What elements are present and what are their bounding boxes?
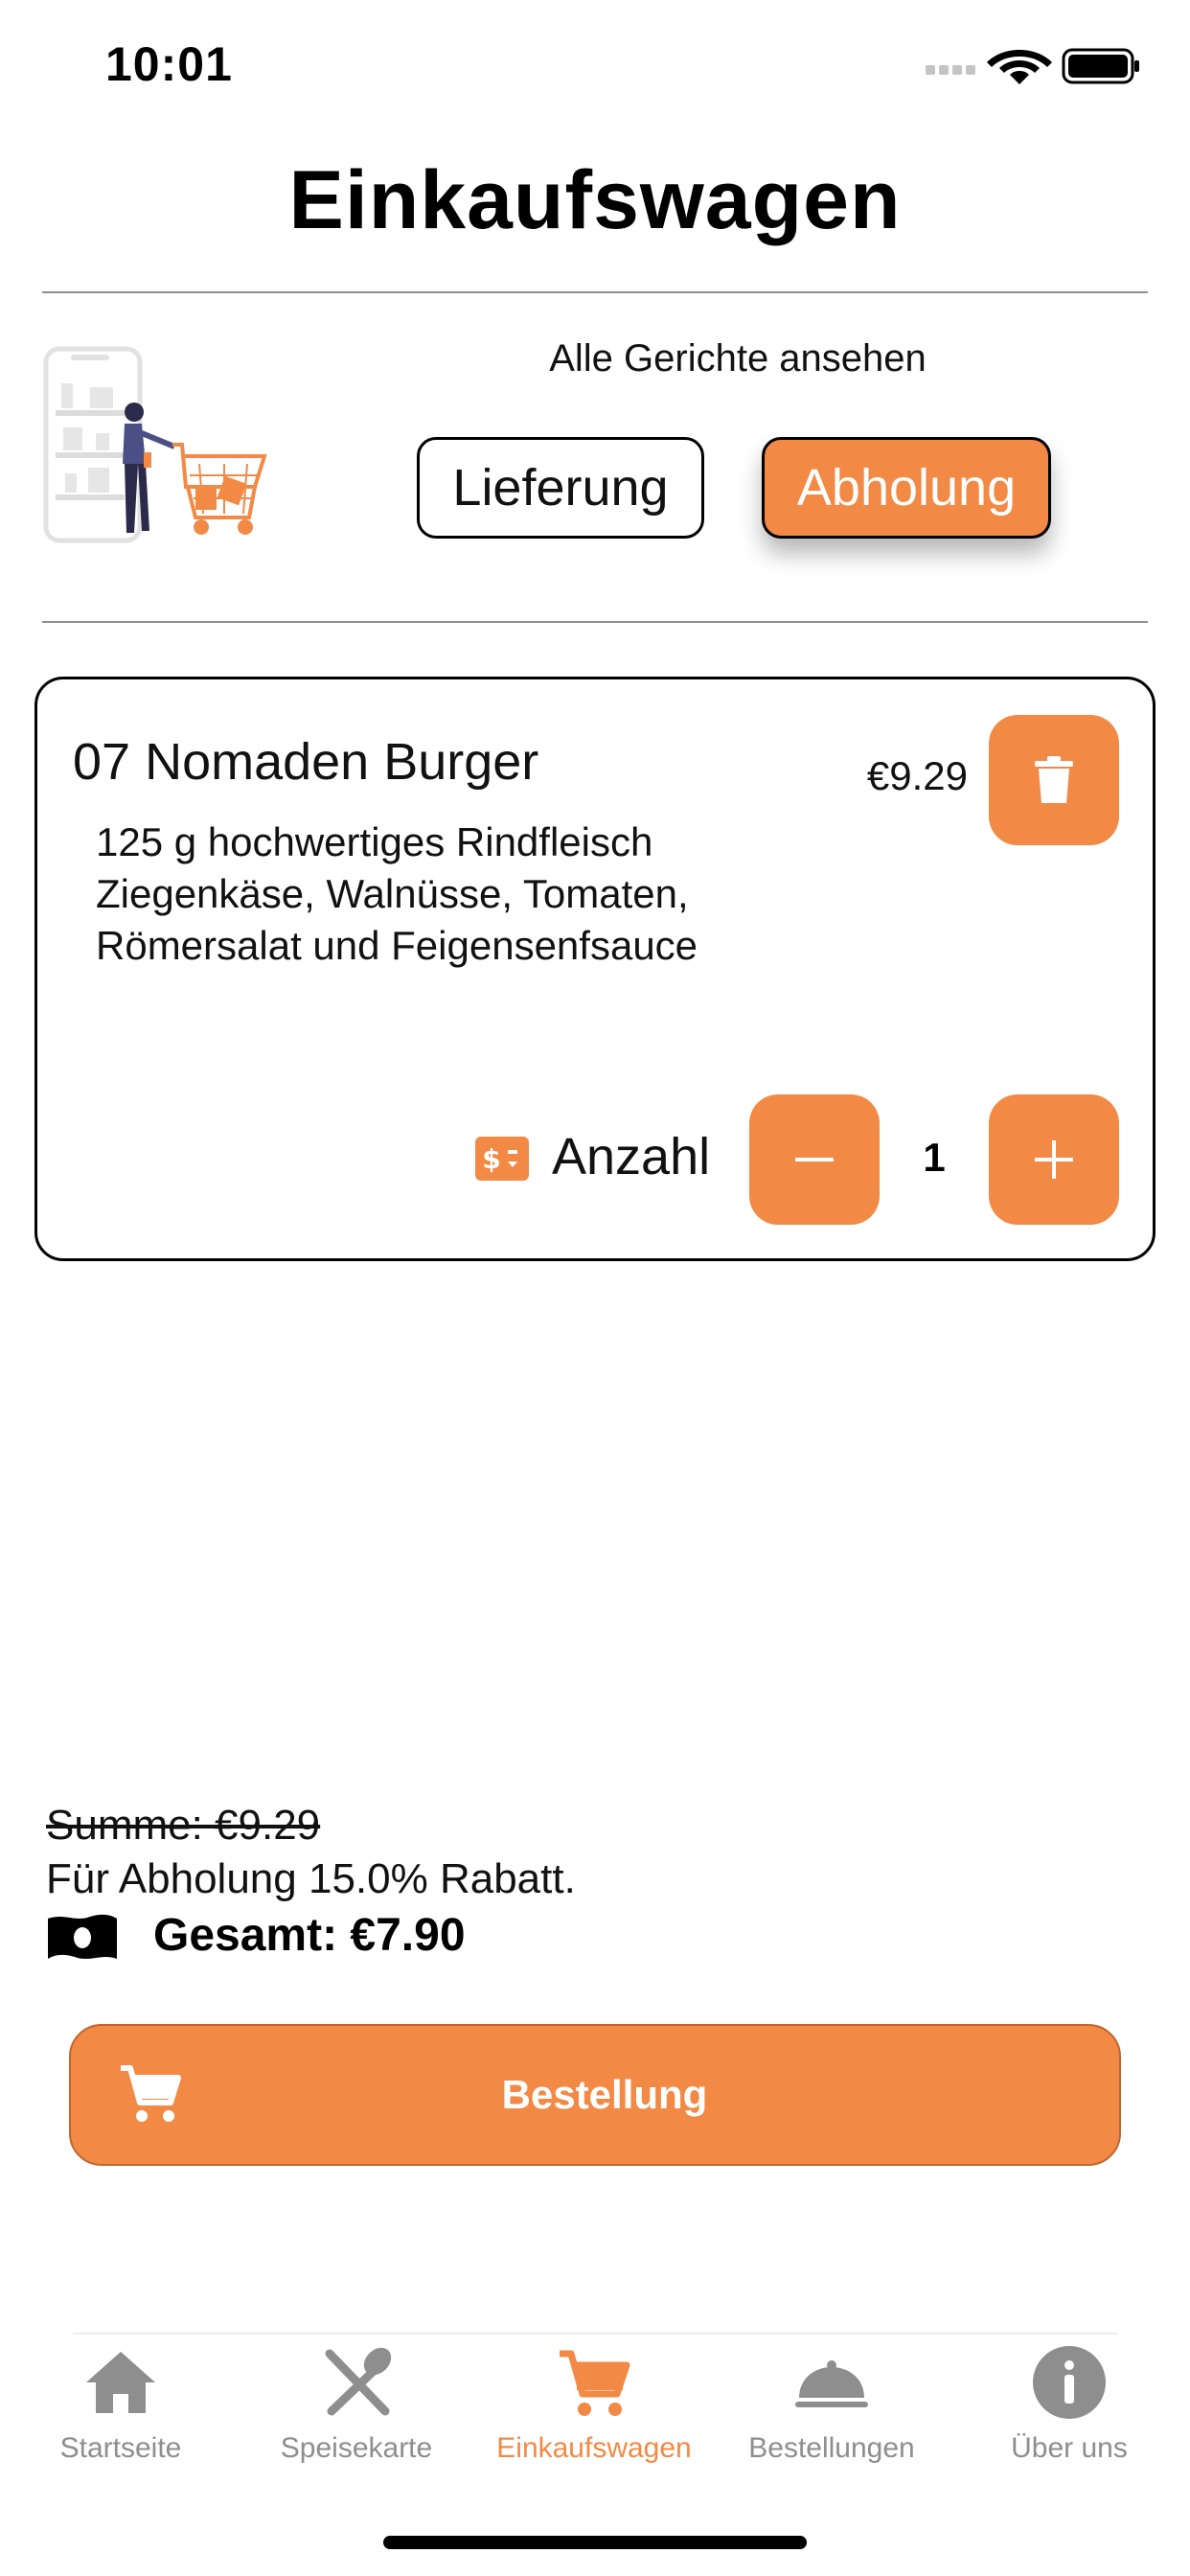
cart-icon bbox=[560, 2350, 630, 2416]
item-description-line: 125 g hochwertiges Rindfleisch bbox=[96, 819, 653, 864]
item-description-line: Römersalat und Feigensenfsauce bbox=[96, 923, 698, 968]
svg-text:$: $ bbox=[482, 1143, 500, 1175]
shopping-illustration bbox=[43, 346, 267, 543]
info-icon bbox=[1033, 2346, 1106, 2419]
quantity-value: 1 bbox=[923, 1135, 946, 1180]
tabbar-divider bbox=[73, 2333, 1117, 2334]
home-indicator[interactable] bbox=[383, 2536, 807, 2549]
cloche-icon bbox=[795, 2360, 868, 2407]
item-name: 07 Nomaden Burger bbox=[73, 733, 539, 791]
tab-label: Über uns bbox=[1011, 2432, 1128, 2464]
trash-icon bbox=[1035, 756, 1073, 803]
tab-label: Speisekarte bbox=[280, 2432, 433, 2464]
tab-einkaufswagen[interactable]: Einkaufswagen bbox=[475, 2338, 713, 2472]
plus-icon bbox=[1035, 1140, 1073, 1179]
tab-label: Startseite bbox=[59, 2432, 182, 2464]
tab-label: Bestellungen bbox=[748, 2432, 915, 2464]
battery-icon bbox=[1062, 48, 1139, 84]
item-description: 125 g hochwertiges Rindfleisch Ziegenkäs… bbox=[96, 816, 824, 972]
page-title: Einkaufswagen bbox=[288, 154, 902, 246]
pickup-button[interactable]: Abholung bbox=[762, 437, 1051, 539]
tab-startseite[interactable]: Startseite bbox=[2, 2338, 240, 2472]
quantity-label: Anzahl bbox=[552, 1128, 711, 1185]
header-divider bbox=[42, 291, 1148, 293]
minus-icon bbox=[795, 1158, 834, 1162]
delete-item-button[interactable] bbox=[989, 715, 1119, 845]
item-price: €9.29 bbox=[866, 753, 968, 798]
tab-ueber-uns[interactable]: Über uns bbox=[950, 2338, 1188, 2472]
place-order-button[interactable]: Bestellung bbox=[69, 2024, 1121, 2166]
money-bill-icon bbox=[48, 1914, 117, 1959]
utensils-icon bbox=[325, 2347, 392, 2416]
item-description-line: Ziegenkäse, Walnüsse, Tomaten, bbox=[96, 871, 689, 916]
status-icons bbox=[926, 48, 1139, 84]
cellular-signal-icon bbox=[926, 65, 975, 75]
subtotal: Summe: €9.29 bbox=[46, 1802, 321, 1849]
discount-note: Für Abholung 15.0% Rabatt. bbox=[46, 1855, 576, 1902]
tab-bestellungen[interactable]: Bestellungen bbox=[713, 2338, 950, 2472]
decrease-quantity-button[interactable] bbox=[749, 1094, 880, 1225]
status-time: 10:01 bbox=[105, 37, 233, 91]
tab-label: Einkaufswagen bbox=[496, 2432, 692, 2464]
total-amount: Gesamt: €7.90 bbox=[153, 1910, 466, 1961]
mode-divider bbox=[42, 621, 1148, 623]
tab-speisekarte[interactable]: Speisekarte bbox=[238, 2338, 475, 2472]
place-order-label: Bestellung bbox=[501, 2072, 708, 2117]
see-all-dishes-link[interactable]: Alle Gerichte ansehen bbox=[479, 337, 996, 380]
delivery-button[interactable]: Lieferung bbox=[417, 437, 704, 539]
increase-quantity-button[interactable] bbox=[989, 1094, 1119, 1225]
price-tag-icon: $ bbox=[475, 1137, 529, 1181]
wifi-icon bbox=[987, 50, 1052, 84]
home-icon bbox=[86, 2352, 155, 2413]
